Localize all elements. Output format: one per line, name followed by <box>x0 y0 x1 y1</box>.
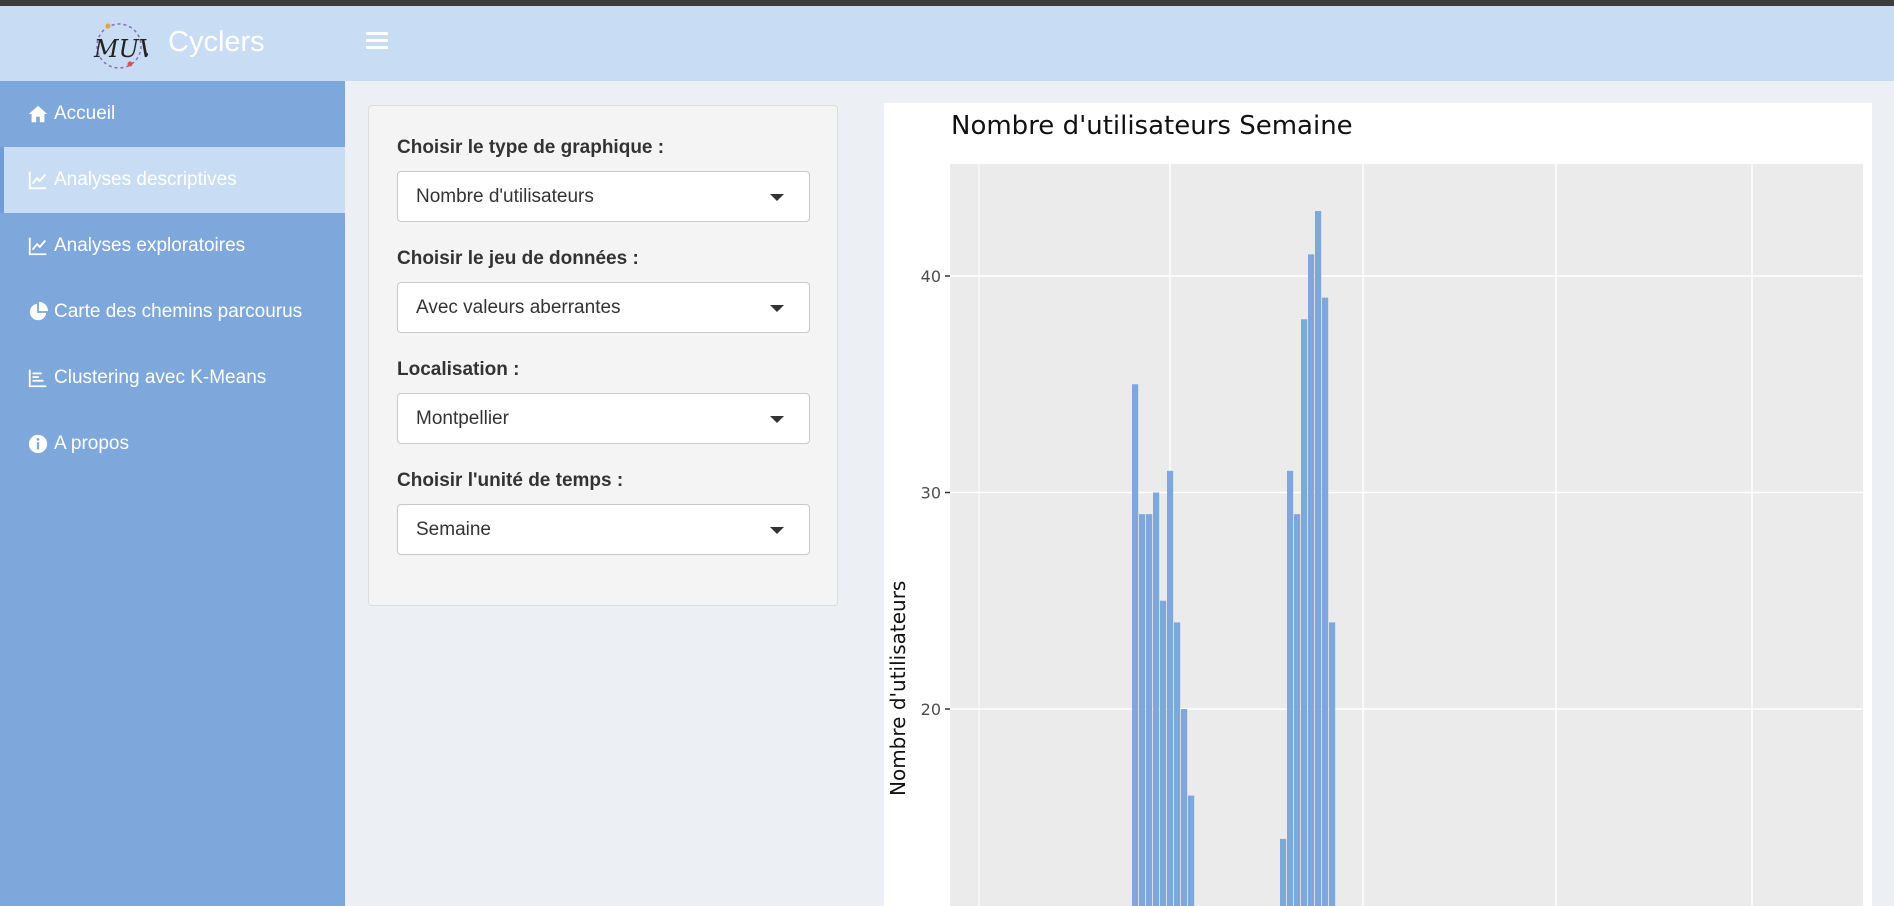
bar <box>1188 795 1195 906</box>
bar <box>1315 211 1322 906</box>
sidebar-item-label: Clustering avec K-Means <box>54 367 267 388</box>
sidebar-item-analyses-exploratoires[interactable]: Analyses exploratoires <box>0 213 345 279</box>
dataset-label: Choisir le jeu de données : <box>397 248 639 269</box>
sidebar-item-analyses-descriptives[interactable]: Analyses descriptives <box>0 147 345 213</box>
chevron-down-icon <box>770 416 784 423</box>
location-label: Localisation : <box>397 359 520 380</box>
sidebar-item-label: Carte des chemins parcourus <box>54 301 303 322</box>
bar <box>1132 384 1139 906</box>
bar <box>1280 838 1287 906</box>
chart-type-select[interactable]: Nombre d'utilisateurs <box>397 171 810 222</box>
bar <box>1139 514 1146 906</box>
location-value: Montpellier <box>416 407 509 429</box>
line-chart-icon <box>26 169 50 191</box>
bar-chart-icon <box>26 367 50 389</box>
sidebar-item-label: Accueil <box>54 103 116 124</box>
y-axis-label: Nombre d'utilisateurs <box>886 581 910 796</box>
time-unit-value: Semaine <box>416 518 491 540</box>
y-tick-label: 40 <box>921 267 941 286</box>
bar <box>1160 600 1167 906</box>
filter-panel: Choisir le type de graphique : Nombre d'… <box>368 105 838 606</box>
dataset-value: Avec valeurs aberrantes <box>416 296 621 318</box>
sidebar-item-label: A propos <box>54 433 129 454</box>
sidebar-item-label: Analyses descriptives <box>54 169 237 190</box>
y-tick-label: 30 <box>921 484 941 503</box>
app-title: Cyclers <box>168 26 265 58</box>
bar <box>1174 622 1181 906</box>
sidebar-item-accueil[interactable]: Accueil <box>0 81 345 147</box>
info-icon <box>26 433 50 455</box>
chart-type-value: Nombre d'utilisateurs <box>416 185 594 207</box>
chart-container: Nombre d'utilisateurs Semaine 20 30 40 Nom… <box>884 103 1872 906</box>
y-tick-label: 20 <box>921 700 941 719</box>
bar <box>1308 254 1315 906</box>
brand[interactable]: MUV Cyclers <box>0 6 345 81</box>
muv-logo: MUV <box>93 23 148 69</box>
bar-chart: 20 30 40 Nombre d'utilisateurs <box>886 164 1863 906</box>
bar <box>1294 514 1301 906</box>
dataset-select[interactable]: Avec valeurs aberrantes <box>397 282 810 333</box>
hamburger-icon[interactable] <box>366 32 388 54</box>
sidebar-item-label: Analyses exploratoires <box>54 235 246 256</box>
app-header: MUV Cyclers <box>0 6 1894 81</box>
bar <box>1167 470 1174 906</box>
bar <box>1329 622 1336 906</box>
bar <box>1153 492 1160 906</box>
time-unit-label: Choisir l'unité de temps : <box>397 470 624 491</box>
bar <box>1301 319 1308 906</box>
sidebar-item-carte[interactable]: Carte des chemins parcourus <box>0 279 345 345</box>
line-chart-icon <box>26 235 50 257</box>
bar <box>1287 470 1294 906</box>
sidebar-item-clustering[interactable]: Clustering avec K-Means <box>0 345 345 411</box>
bar <box>1322 297 1329 906</box>
sidebar: Accueil Analyses descriptives Analyses e… <box>0 81 345 906</box>
home-icon <box>26 103 50 125</box>
location-select[interactable]: Montpellier <box>397 393 810 444</box>
bar <box>1146 514 1153 906</box>
chevron-down-icon <box>770 194 784 201</box>
chart-type-label: Choisir le type de graphique : <box>397 137 665 158</box>
pie-chart-icon <box>26 301 50 323</box>
time-unit-select[interactable]: Semaine <box>397 504 810 555</box>
chevron-down-icon <box>770 527 784 534</box>
bar <box>1181 709 1188 906</box>
sidebar-item-a-propos[interactable]: A propos <box>0 411 345 477</box>
chevron-down-icon <box>770 305 784 312</box>
svg-text:MUV: MUV <box>93 35 148 63</box>
